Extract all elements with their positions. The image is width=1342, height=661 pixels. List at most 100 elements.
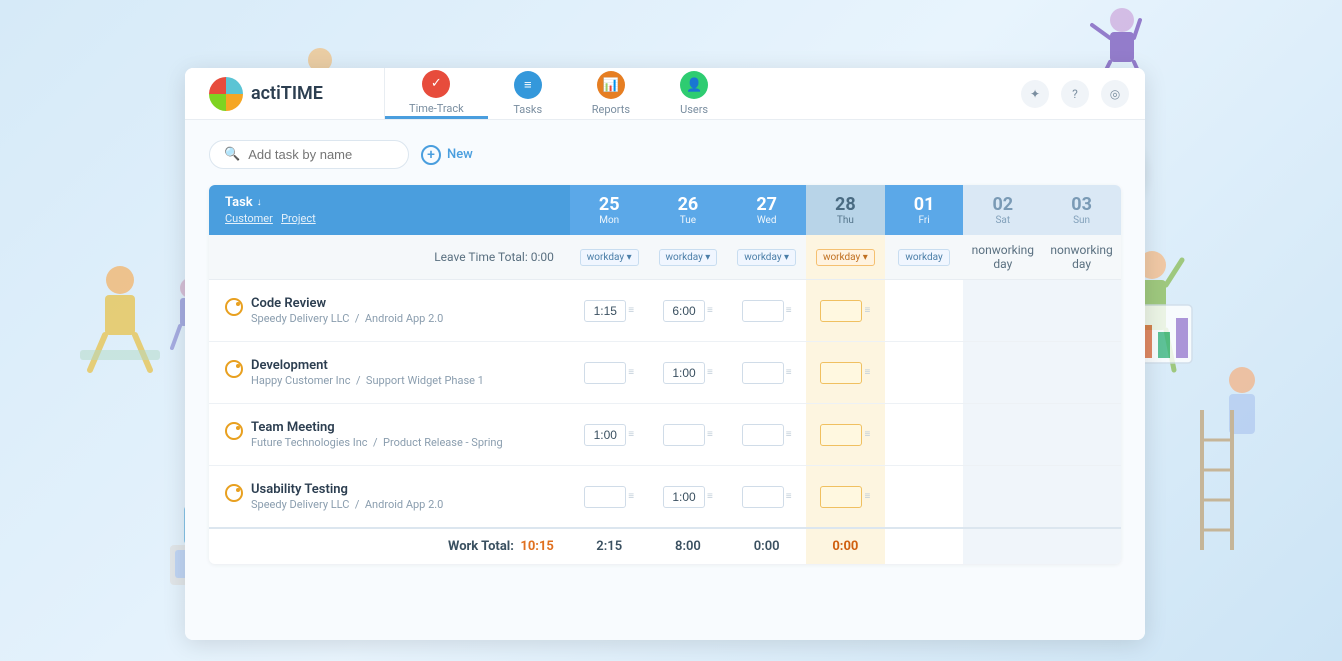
time-input-3-tue[interactable] bbox=[663, 424, 705, 446]
time-cell-2-mon: ≡ bbox=[570, 342, 649, 404]
time-cell-4-sun bbox=[1042, 466, 1121, 529]
time-cell-1-tue: ≡ bbox=[649, 280, 728, 342]
timer-icon-4[interactable] bbox=[225, 484, 243, 502]
time-input-1-wed[interactable] bbox=[742, 300, 784, 322]
leave-time-label: Leave Time Total: 0:00 bbox=[209, 235, 570, 280]
search-input[interactable] bbox=[248, 147, 388, 162]
time-menu-4-wed[interactable]: ≡ bbox=[786, 491, 792, 502]
timer-icon-3[interactable] bbox=[225, 422, 243, 440]
help-button[interactable]: ? bbox=[1061, 80, 1089, 108]
time-cell-4-fri bbox=[885, 466, 964, 529]
table-header-row: Task ↓ Customer Project 25 Mon bbox=[209, 185, 1121, 235]
nav-item-reports[interactable]: 📊 Reports bbox=[568, 68, 654, 119]
time-cell-3-fri bbox=[885, 404, 964, 466]
users-icon: 👤 bbox=[680, 71, 708, 99]
time-menu-4-tue[interactable]: ≡ bbox=[707, 491, 713, 502]
time-menu-2-mon[interactable]: ≡ bbox=[628, 367, 634, 378]
sort-indicator[interactable]: ↓ bbox=[257, 197, 262, 208]
total-mon: 2:15 bbox=[570, 528, 649, 564]
time-cell-3-tue: ≡ bbox=[649, 404, 728, 466]
time-menu-4-mon[interactable]: ≡ bbox=[628, 491, 634, 502]
time-cell-4-tue: ≡ bbox=[649, 466, 728, 529]
time-input-2-wed[interactable] bbox=[742, 362, 784, 384]
workday-badge-wed[interactable]: workday ▾ bbox=[737, 249, 796, 266]
nav-right: ✦ ? ◎ bbox=[1005, 68, 1145, 119]
day-col-27: 27 Wed bbox=[727, 185, 806, 235]
time-input-2-thu[interactable] bbox=[820, 362, 862, 384]
project-link[interactable]: Project bbox=[281, 212, 316, 225]
time-cell-1-mon: ≡ bbox=[570, 280, 649, 342]
customer-link[interactable]: Customer bbox=[225, 212, 273, 225]
time-cell-3-wed: ≡ bbox=[727, 404, 806, 466]
timer-icon-1[interactable] bbox=[225, 298, 243, 316]
total-row: Work Total: 10:15 2:15 8:00 0:00 0:00 bbox=[209, 528, 1121, 564]
puzzle-button[interactable]: ✦ bbox=[1021, 80, 1049, 108]
nav-item-timetrack[interactable]: ✓ Time-Track bbox=[385, 68, 488, 119]
total-sat bbox=[963, 528, 1042, 564]
leave-fri-cell: workday bbox=[885, 235, 964, 280]
time-menu-2-wed[interactable]: ≡ bbox=[786, 367, 792, 378]
time-cell-3-sat bbox=[963, 404, 1042, 466]
new-task-button[interactable]: + New bbox=[421, 145, 473, 165]
workday-badge-tue[interactable]: workday ▾ bbox=[659, 249, 718, 266]
leave-tue-cell: workday ▾ bbox=[649, 235, 728, 280]
brand-logo bbox=[209, 77, 243, 111]
time-input-4-tue[interactable] bbox=[663, 486, 705, 508]
time-input-3-thu[interactable] bbox=[820, 424, 862, 446]
time-input-4-mon[interactable] bbox=[584, 486, 626, 508]
tasks-label: Tasks bbox=[513, 103, 542, 116]
new-plus-icon: + bbox=[421, 145, 441, 165]
workday-badge-mon[interactable]: workday ▾ bbox=[580, 249, 639, 266]
time-cell-1-fri bbox=[885, 280, 964, 342]
task-name-1: Code Review bbox=[251, 296, 443, 311]
total-label: Work Total: 10:15 bbox=[209, 528, 570, 564]
day-col-02: 02 Sat bbox=[963, 185, 1042, 235]
time-input-4-thu[interactable] bbox=[820, 486, 862, 508]
task-sub-4: Speedy Delivery LLC / Android App 2.0 bbox=[251, 498, 443, 511]
time-input-1-thu[interactable] bbox=[820, 300, 862, 322]
time-input-1-mon[interactable] bbox=[584, 300, 626, 322]
reports-label: Reports bbox=[592, 103, 630, 116]
day-col-25: 25 Mon bbox=[570, 185, 649, 235]
workday-badge-thu[interactable]: workday ▾ bbox=[816, 249, 875, 266]
total-wed: 0:00 bbox=[727, 528, 806, 564]
time-menu-3-wed[interactable]: ≡ bbox=[786, 429, 792, 440]
task-cell-2: Development Happy Customer Inc / Support… bbox=[209, 342, 570, 404]
workday-badge-fri[interactable]: workday bbox=[898, 249, 949, 266]
search-box[interactable]: 🔍 bbox=[209, 140, 409, 169]
time-menu-3-thu[interactable]: ≡ bbox=[864, 429, 870, 440]
time-menu-1-wed[interactable]: ≡ bbox=[786, 305, 792, 316]
users-label: Users bbox=[680, 103, 708, 116]
leave-time-row: Leave Time Total: 0:00 workday ▾ workday… bbox=[209, 235, 1121, 280]
nav-item-users[interactable]: 👤 Users bbox=[654, 68, 734, 119]
leave-thu-cell: workday ▾ bbox=[806, 235, 885, 280]
task-cell-3: Team Meeting Future Technologies Inc / P… bbox=[209, 404, 570, 466]
app-window: actiTIME ✓ Time-Track ≡ Tasks 📊 Reports … bbox=[185, 68, 1145, 640]
time-menu-2-thu[interactable]: ≡ bbox=[864, 367, 870, 378]
timer-icon-2[interactable] bbox=[225, 360, 243, 378]
time-cell-4-wed: ≡ bbox=[727, 466, 806, 529]
day-col-03: 03 Sun bbox=[1042, 185, 1121, 235]
time-input-1-tue[interactable] bbox=[663, 300, 705, 322]
time-input-3-wed[interactable] bbox=[742, 424, 784, 446]
time-menu-2-tue[interactable]: ≡ bbox=[707, 367, 713, 378]
table-row: Team Meeting Future Technologies Inc / P… bbox=[209, 404, 1121, 466]
time-cell-2-tue: ≡ bbox=[649, 342, 728, 404]
leave-mon-cell: workday ▾ bbox=[570, 235, 649, 280]
time-menu-1-mon[interactable]: ≡ bbox=[628, 305, 634, 316]
time-menu-4-thu[interactable]: ≡ bbox=[864, 491, 870, 502]
time-cell-2-thu: ≡ bbox=[806, 342, 885, 404]
time-input-4-wed[interactable] bbox=[742, 486, 784, 508]
time-cell-1-wed: ≡ bbox=[727, 280, 806, 342]
time-menu-1-tue[interactable]: ≡ bbox=[707, 305, 713, 316]
profile-button[interactable]: ◎ bbox=[1101, 80, 1129, 108]
time-menu-3-mon[interactable]: ≡ bbox=[628, 429, 634, 440]
time-menu-1-thu[interactable]: ≡ bbox=[864, 305, 870, 316]
timetrack-label: Time-Track bbox=[409, 102, 464, 115]
time-input-2-tue[interactable] bbox=[663, 362, 705, 384]
time-cell-4-thu: ≡ bbox=[806, 466, 885, 529]
nav-item-tasks[interactable]: ≡ Tasks bbox=[488, 68, 568, 119]
time-input-2-mon[interactable] bbox=[584, 362, 626, 384]
time-input-3-mon[interactable] bbox=[584, 424, 626, 446]
time-menu-3-tue[interactable]: ≡ bbox=[707, 429, 713, 440]
